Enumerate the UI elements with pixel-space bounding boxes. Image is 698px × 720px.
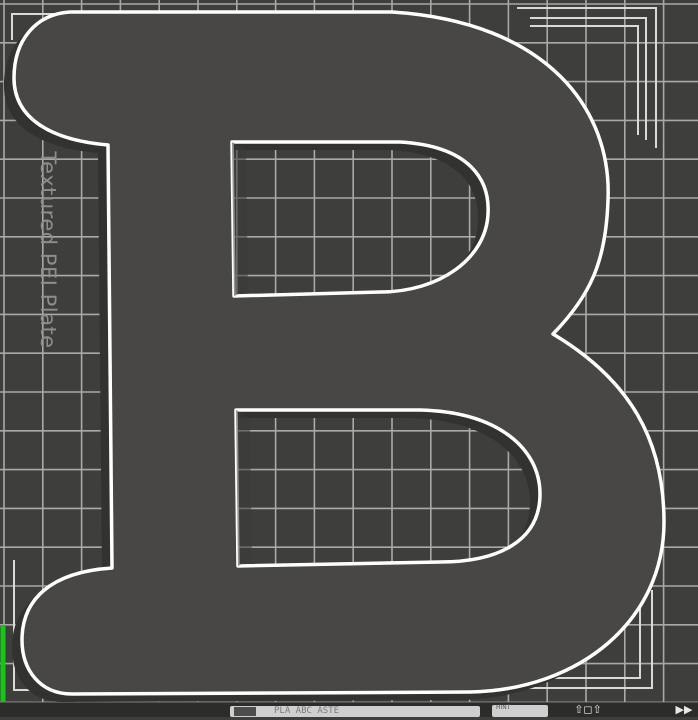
- hint-text: HINT: [496, 704, 511, 711]
- letter-b-body[interactable]: [12, 10, 666, 696]
- arrange-button[interactable]: ⇧◻⇧: [565, 703, 611, 717]
- hint-box[interactable]: HINT: [492, 705, 548, 717]
- filament-selector-label: PLA ABC ASTE: [274, 706, 340, 716]
- build-plate-scene[interactable]: [0, 0, 698, 716]
- more-icon: ▶▶: [675, 703, 693, 716]
- letter-b-model[interactable]: [12, 10, 666, 696]
- plate-type-label: Textured PEI Plate: [36, 151, 60, 349]
- filament-selector[interactable]: PLA ABC ASTE: [230, 706, 480, 717]
- filament-icon: [234, 707, 256, 716]
- 3d-viewport[interactable]: Textured PEI Plate: [0, 0, 698, 716]
- hole-wall-shade: [232, 142, 248, 296]
- arrange-icon: ⇧◻⇧: [574, 703, 602, 716]
- more-button[interactable]: ▶▶: [670, 703, 698, 717]
- hole-wall-shade: [236, 410, 252, 566]
- bottom-toolbar: PLA ABC ASTE HINT ⇧◻⇧ ▶▶: [0, 702, 698, 717]
